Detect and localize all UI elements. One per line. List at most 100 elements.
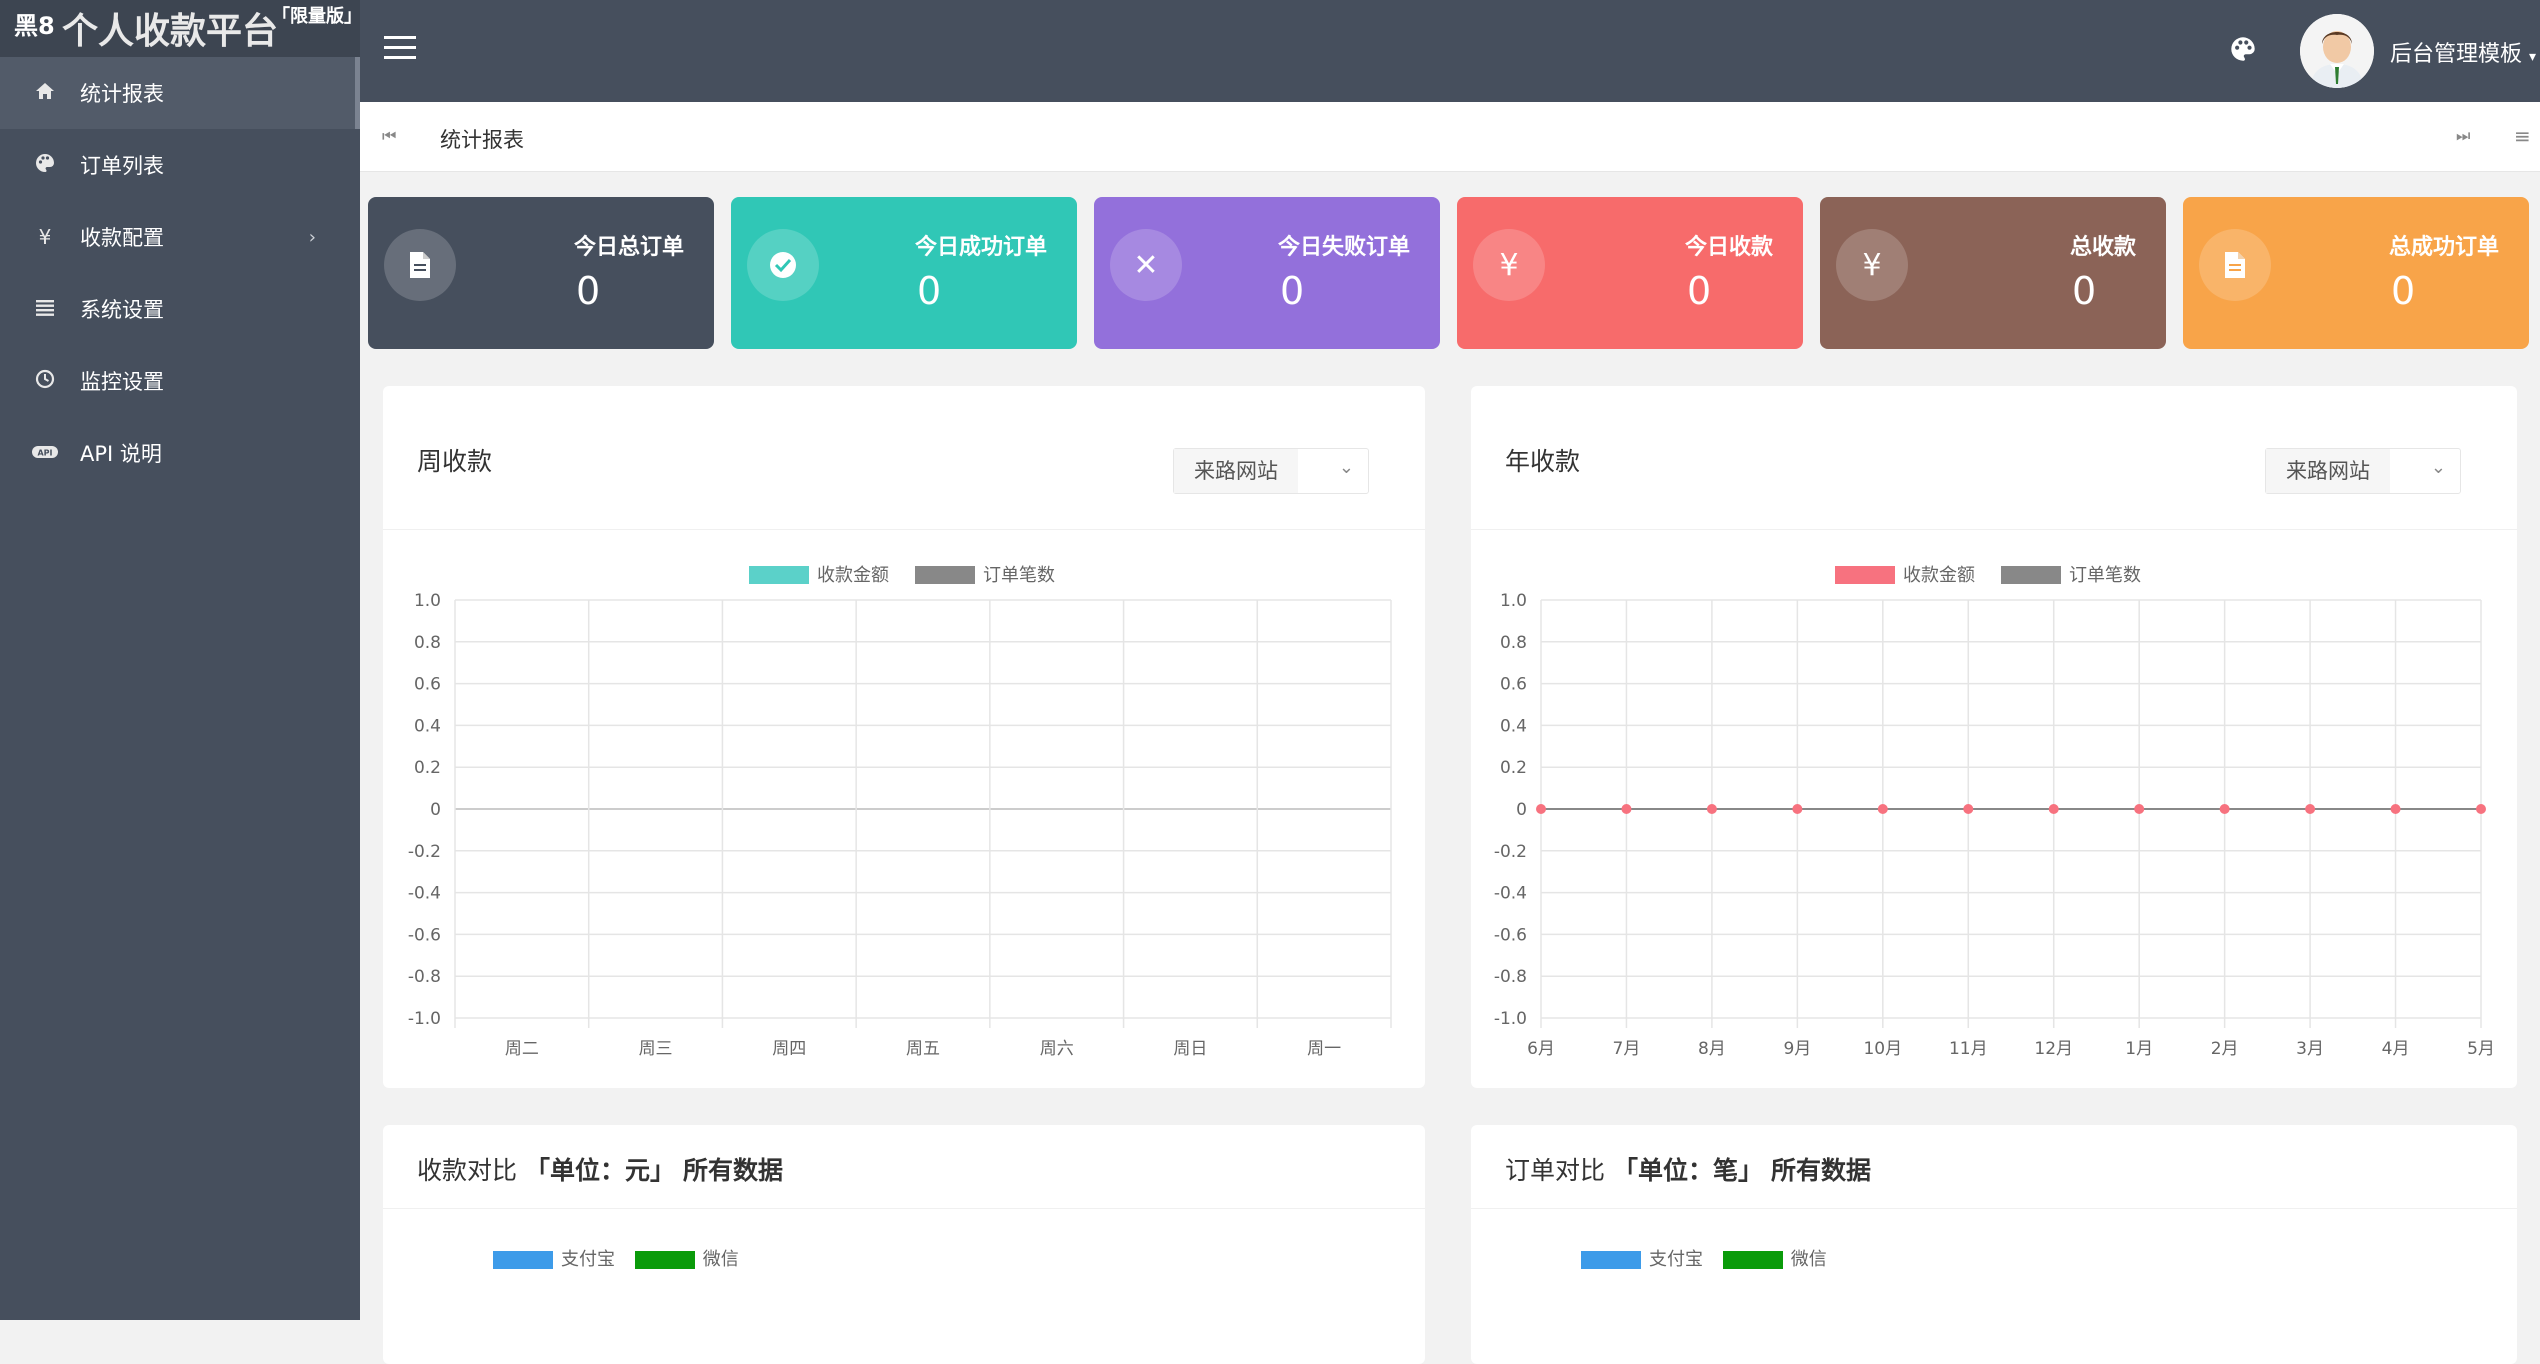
y-tick-label: 0.6: [1500, 675, 1527, 695]
stat-value: 0: [2391, 269, 2416, 313]
data-point: [1963, 804, 1974, 814]
top-header: 后台管理模板 ▾: [360, 0, 2540, 102]
stat-card-total-income: ¥ 总收款 0: [1820, 197, 2166, 349]
avatar[interactable]: [2300, 14, 2374, 88]
y-tick-label: -1.0: [408, 1009, 441, 1029]
stat-title: 今日总订单: [573, 235, 684, 260]
y-tick-label: 1.0: [1500, 591, 1527, 611]
palette-icon: [32, 153, 58, 178]
yearly-income-panel: 年收款 来路网站 ⌄ 1.0 0.8 0.6 0.4 0.2 0 -0.2 -0.4 -0.6-…: [1471, 386, 2517, 1088]
data-point: [2390, 804, 2401, 814]
orders-compare-panel: 订单对比 「单位：笔」 所有数据 支付宝 微信: [1471, 1125, 2517, 1364]
stat-value: 0: [576, 269, 601, 313]
x-tick-label: 1月: [2125, 1039, 2153, 1059]
y-tick-label: 0.8: [1500, 633, 1527, 653]
y-tick-label: -0.8: [1494, 967, 1527, 987]
legend-swatch: [1722, 1251, 1783, 1269]
data-point: [1536, 804, 1546, 814]
legend-swatch: [915, 566, 975, 584]
caret-down-icon: ▾: [2529, 49, 2537, 65]
home-icon: [32, 81, 58, 106]
sidebar-item-monitor-settings[interactable]: 监控设置: [0, 345, 360, 417]
tab-scroll-right-icon[interactable]: ⏭: [2456, 126, 2470, 146]
legend-label: 收款金额: [1903, 565, 1975, 586]
y-tick-label: -0.8: [408, 967, 441, 987]
yearly-income-chart: 1.0 0.8 0.6 0.4 0.2 0 -0.2 -0.4 -0.6 -0.8 -1.06月 7月…: [1494, 565, 2495, 1059]
data-point: [2305, 804, 2316, 814]
y-tick-label: 0: [1516, 800, 1527, 820]
sidebar-item-label: 统计报表: [80, 82, 164, 106]
logo-prefix: 黑8: [14, 12, 55, 40]
stat-card-total-success: 总成功订单 0: [2183, 197, 2529, 349]
data-point: [2048, 804, 2059, 814]
stat-title: 总成功订单: [2388, 235, 2499, 260]
legend-swatch: [634, 1251, 695, 1269]
tab-bar: ⏮ 统计报表 ⏭ ≡: [360, 102, 2540, 172]
chevron-right-icon: ›: [308, 226, 316, 248]
sidebar-item-label: 订单列表: [80, 154, 164, 178]
x-tick-label: 周三: [639, 1039, 673, 1059]
legend-label: 微信: [702, 1249, 739, 1270]
stat-card-today-orders: 今日总订单 0: [368, 197, 714, 349]
legend-swatch: [493, 1251, 553, 1269]
panel-title-text: 订单对比: [1505, 1156, 1606, 1185]
document-icon: [2199, 229, 2271, 301]
y-tick-label: 1.0: [414, 591, 441, 611]
x-tick-label: 6月: [1527, 1039, 1555, 1059]
sidebar-item-payment-config[interactable]: ¥ 收款配置 ›: [0, 201, 360, 273]
stat-card-today-success: 今日成功订单 0: [731, 197, 1077, 349]
legend-label: 订单笔数: [2069, 565, 2141, 586]
y-tick-label: -0.2: [408, 842, 441, 862]
tab-current[interactable]: 统计报表: [440, 124, 524, 154]
stat-title: 总收款: [2069, 235, 2136, 260]
sidebar-item-orders[interactable]: 订单列表: [0, 129, 360, 201]
theme-palette-icon[interactable]: [2230, 36, 2256, 62]
tab-menu-icon[interactable]: ≡: [2514, 124, 2531, 148]
x-tick-label: 周二: [505, 1039, 539, 1059]
api-icon: API: [32, 441, 58, 465]
panel-header: 收款对比 「单位：元」 所有数据: [383, 1125, 1425, 1209]
logo-badge: 「限量版」: [272, 6, 362, 27]
stat-value: 0: [1687, 269, 1712, 313]
tab-scroll-left-icon[interactable]: ⏮: [382, 126, 396, 146]
stat-value: 0: [2072, 269, 2097, 313]
stat-value: 0: [1280, 269, 1305, 313]
logo-name: 个人收款平台: [62, 11, 279, 52]
y-tick-label: -0.6: [1494, 925, 1527, 945]
sidebar-item-stats[interactable]: 统计报表: [0, 57, 360, 129]
weekly-income-chart: 1.0 0.8 0.6 0.4 0.2 0 -0.2 -0.4 -0.6 -0.8 -1.0 周二 周三…: [408, 565, 1392, 1059]
list-icon: [32, 297, 58, 322]
y-tick-label: -0.2: [1494, 842, 1527, 862]
y-tick-label: 0.6: [414, 675, 441, 695]
legend-swatch: [749, 566, 809, 584]
x-tick-label: 12月: [2034, 1039, 2073, 1059]
income-compare-panel: 收款对比 「单位：元」 所有数据 支付宝 微信: [383, 1125, 1425, 1364]
stat-title: 今日失败订单: [1277, 235, 1410, 260]
data-point: [1621, 804, 1632, 814]
data-point: [2134, 804, 2145, 814]
legend-label: 支付宝: [1649, 1249, 1703, 1270]
stat-card-today-failed: ✕ 今日失败订单 0: [1094, 197, 1440, 349]
panel-title-unit: 「单位：笔」: [1612, 1156, 1763, 1185]
user-menu[interactable]: 后台管理模板 ▾: [2390, 36, 2536, 68]
sidebar-item-system-settings[interactable]: 系统设置: [0, 273, 360, 345]
panel-title: 收款对比 「单位：元」 所有数据: [417, 1151, 783, 1187]
x-tick-label: 4月: [2382, 1039, 2410, 1059]
y-tick-label: 0.4: [1500, 716, 1527, 736]
panel-title-unit: 「单位：元」: [524, 1156, 675, 1185]
chart-legend: 支付宝 微信: [493, 1245, 739, 1271]
sidebar-item-label: 系统设置: [80, 298, 164, 322]
data-point: [2476, 804, 2486, 814]
panel-title: 订单对比 「单位：笔」 所有数据: [1505, 1151, 1871, 1187]
data-point: [1877, 804, 1888, 814]
legend-label: 订单笔数: [983, 565, 1055, 586]
x-tick-label: 11月: [1949, 1039, 1988, 1059]
yen-icon: ¥: [1473, 229, 1545, 301]
sidebar-item-label: 收款配置: [80, 226, 164, 250]
y-tick-label: -1.0: [1494, 1009, 1527, 1029]
user-name: 后台管理模板: [2390, 42, 2523, 67]
logo: 黑8 个人收款平台 「限量版」: [0, 0, 362, 57]
sidebar-item-label: 监控设置: [80, 370, 164, 394]
sidebar-item-api[interactable]: API API 说明: [0, 417, 360, 489]
menu-toggle-icon[interactable]: [384, 36, 416, 62]
